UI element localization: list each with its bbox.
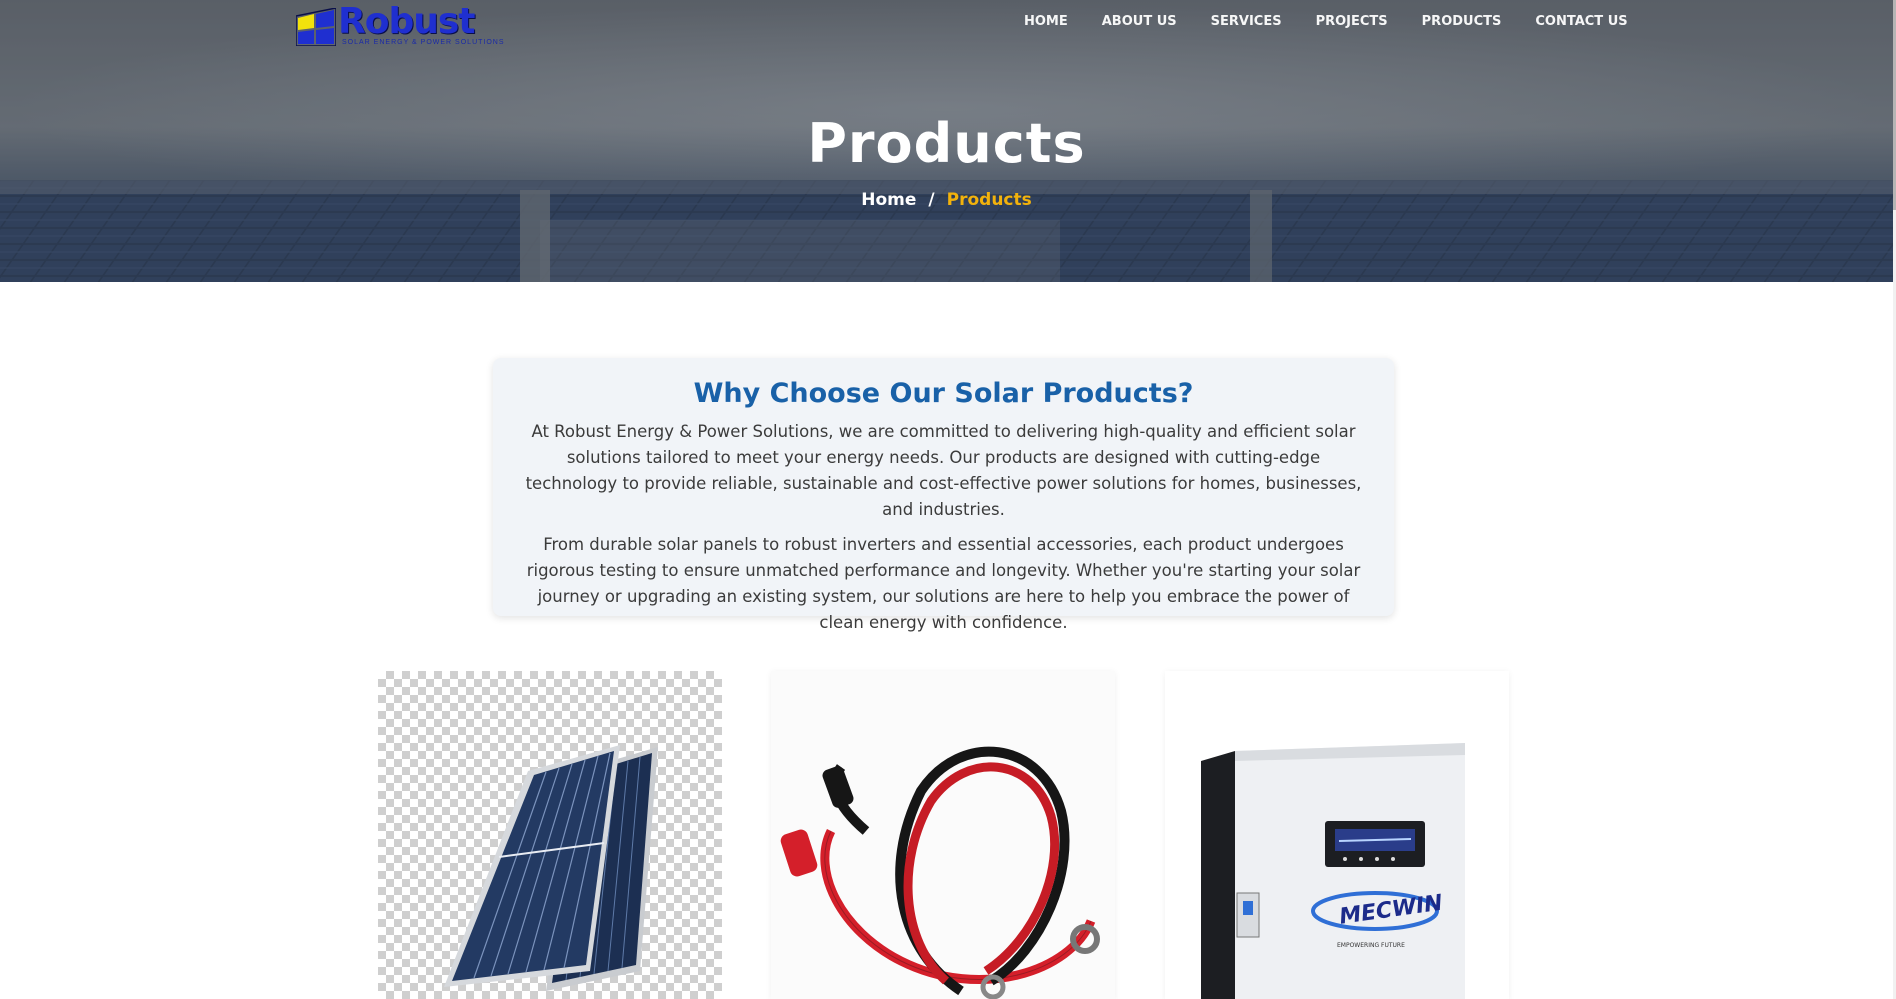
- nav-projects[interactable]: PROJECTS: [1316, 14, 1388, 29]
- product-card-cables[interactable]: [771, 671, 1115, 999]
- brand-tagline: SOLAR ENERGY & POWER SOLUTIONS: [342, 39, 505, 46]
- brand-name: Robust: [338, 1, 475, 42]
- cables-image: [780, 746, 1100, 999]
- breadcrumb-separator: /: [928, 190, 935, 210]
- breadcrumb: Home / Products: [0, 190, 1893, 210]
- breadcrumb-current: Products: [946, 190, 1032, 210]
- inverter-slogan-label: EMPOWERING FUTURE: [1337, 942, 1405, 949]
- nav-services[interactable]: SERVICES: [1211, 14, 1282, 29]
- nav-home[interactable]: HOME: [1024, 14, 1068, 29]
- solar-panel-image: [444, 745, 658, 991]
- nav-contact-us[interactable]: CONTACT US: [1535, 14, 1627, 29]
- main-nav: HOME ABOUT US SERVICES PROJECTS PRODUCTS…: [1024, 14, 1628, 29]
- why-choose-heading: Why Choose Our Solar Products?: [693, 378, 1194, 409]
- breadcrumb-home[interactable]: Home: [861, 190, 916, 210]
- why-choose-card: Why Choose Our Solar Products? At Robust…: [493, 358, 1394, 632]
- logo-mark-icon: [296, 8, 336, 46]
- why-choose-paragraph-2: From durable solar panels to robust inve…: [526, 535, 1361, 632]
- product-card-inverter[interactable]: MECWIN EMPOWERING FUTURE: [1165, 671, 1509, 999]
- nav-products[interactable]: PRODUCTS: [1422, 14, 1502, 29]
- why-choose-paragraph-1: At Robust Energy & Power Solutions, we a…: [525, 422, 1362, 519]
- inverter-image: MECWIN EMPOWERING FUTURE: [1201, 743, 1465, 999]
- page-hero: Robust SOLAR ENERGY & POWER SOLUTIONS HO…: [0, 0, 1893, 282]
- page-title: Products: [807, 112, 1086, 175]
- product-card-solar-panel[interactable]: [378, 671, 722, 999]
- brand-logo[interactable]: Robust SOLAR ENERGY & POWER SOLUTIONS: [296, 1, 504, 46]
- nav-about-us[interactable]: ABOUT US: [1102, 14, 1177, 29]
